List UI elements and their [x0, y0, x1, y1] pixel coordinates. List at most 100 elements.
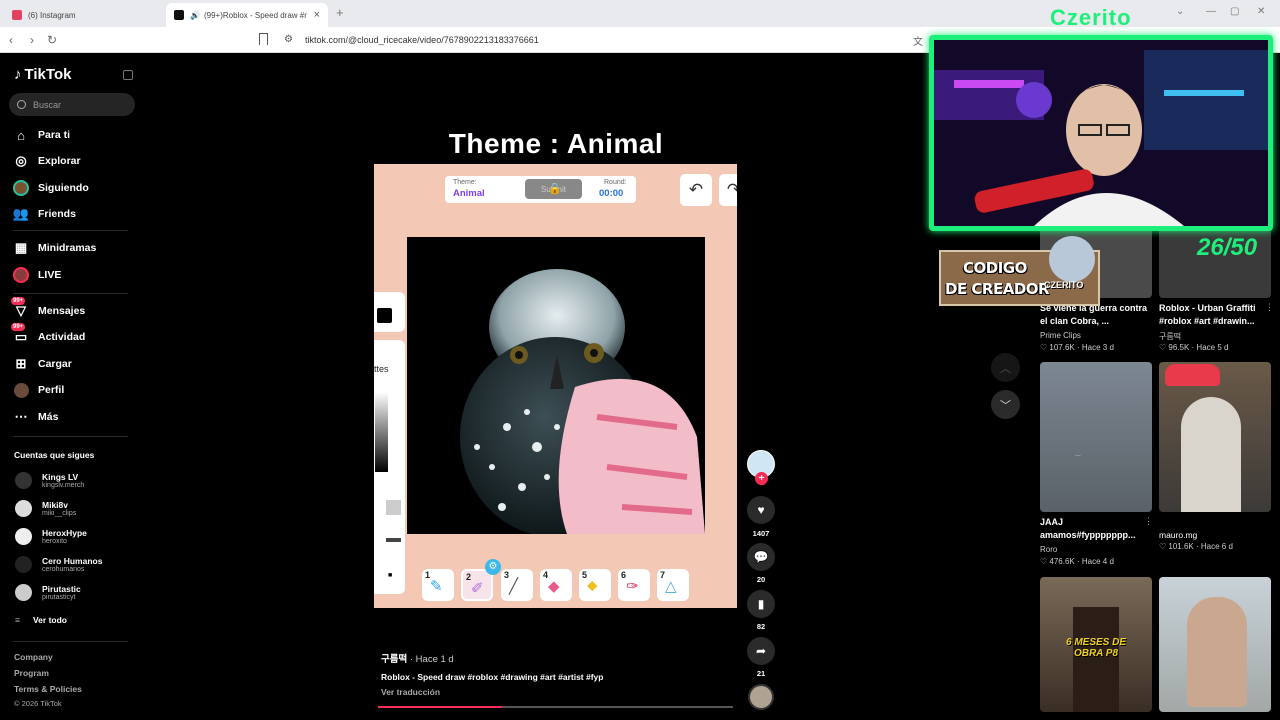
- translate-link[interactable]: Ver traducción: [381, 687, 440, 697]
- card-stats: ♡ 96.5K · Hace 5 d: [1159, 343, 1229, 352]
- reload-icon[interactable]: ↻: [47, 33, 57, 47]
- following-account[interactable]: Pirutastic pirutasticyt: [15, 579, 81, 605]
- video-author[interactable]: 구름떡 · Hace 1 d: [381, 651, 454, 665]
- red-cap: [1165, 364, 1220, 386]
- nav-minidramas[interactable]: ▦ Minidramas: [13, 238, 97, 258]
- account-handle: pirutasticyt: [42, 593, 76, 601]
- following-account[interactable]: Kings LV kingslv.merch: [15, 467, 84, 493]
- video-thumbnail[interactable]: 6 MESES DE OBRA P8: [1040, 577, 1152, 712]
- footer-program[interactable]: Program: [14, 668, 49, 678]
- back-icon[interactable]: ‹: [9, 33, 13, 47]
- nav-label: Más: [38, 411, 59, 423]
- person-figure: [1181, 397, 1241, 512]
- nav-actividad[interactable]: ▭ 99+ Actividad: [11, 323, 85, 347]
- account-handle: miki__clips: [42, 509, 77, 517]
- compass-icon: ◎: [15, 153, 27, 168]
- video-caption[interactable]: Roblox - Speed draw #roblox #drawing #ar…: [381, 672, 603, 682]
- progress-counter: 26/50: [1197, 234, 1258, 261]
- next-video-button[interactable]: ﹀: [991, 390, 1020, 419]
- nav-mas[interactable]: ⋯ Más: [13, 407, 59, 427]
- settings-gear-icon: ⚙: [485, 559, 501, 575]
- round-timer: 00:00: [599, 188, 624, 199]
- card-title[interactable]: JAAJ amamos#fyppppppp...: [1040, 516, 1152, 542]
- friends-icon: 👥: [12, 206, 30, 221]
- video-thumbnail[interactable]: …: [1040, 362, 1152, 512]
- avatar: [15, 555, 32, 573]
- nav-label: Minidramas: [38, 242, 97, 254]
- following-section-title: Cuentas que sigues: [14, 450, 95, 460]
- new-tab-button[interactable]: +: [336, 5, 344, 20]
- following-account[interactable]: Miki8v miki__clips: [15, 495, 76, 521]
- collapse-sidebar-icon[interactable]: [123, 70, 133, 80]
- tiktok-logo[interactable]: ♪ TikTok: [14, 66, 71, 83]
- video-thumbnail[interactable]: [1159, 577, 1271, 712]
- heart-icon: ♥: [757, 503, 765, 517]
- nav-siguiendo[interactable]: Siguiendo: [13, 178, 89, 198]
- heart-outline-icon: ♡: [1040, 343, 1050, 352]
- see-all-link[interactable]: ≡ Ver todo: [15, 610, 67, 630]
- card-title[interactable]: Roblox - Urban Graffiti #roblox #art #dr…: [1159, 302, 1271, 328]
- share-icon: ➦: [755, 644, 767, 658]
- account-handle: heroxito: [42, 537, 67, 545]
- translate-icon[interactable]: 文: [913, 33, 923, 48]
- author-name: 구름떡: [381, 654, 408, 665]
- account-name: Cero Humanos: [42, 555, 103, 566]
- brush-size-icon: [386, 538, 401, 542]
- minidramas-icon: ▦: [14, 240, 28, 255]
- nav-friends[interactable]: 👥 Friends: [13, 204, 76, 224]
- tab-label: (6) Instagram: [28, 10, 76, 20]
- chevron-down-icon[interactable]: ⌄: [1176, 6, 1184, 17]
- url-field[interactable]: tiktok.com/@cloud_ricecake/video/7678902…: [305, 35, 539, 45]
- person-figure: [1187, 597, 1247, 707]
- video-progress-bar[interactable]: [378, 706, 733, 708]
- minimize-icon[interactable]: —: [1206, 6, 1216, 17]
- bookmark-icon[interactable]: [259, 33, 268, 45]
- footer-company[interactable]: Company: [14, 652, 53, 662]
- eraser-icon: ◆: [548, 578, 560, 595]
- nav-live[interactable]: LIVE: [13, 265, 61, 285]
- more-options-icon[interactable]: ⋮: [1144, 516, 1153, 527]
- forward-icon[interactable]: ›: [30, 33, 34, 47]
- like-button[interactable]: ♥: [747, 496, 775, 524]
- card-title[interactable]: mauro.mg: [1159, 529, 1271, 542]
- nav-mensajes[interactable]: ▽ 99+ Mensajes: [11, 297, 85, 321]
- previous-video-button[interactable]: ︿: [991, 353, 1020, 382]
- maximize-icon[interactable]: ▢: [1230, 6, 1239, 17]
- nav-explorar[interactable]: ◎ Explorar: [13, 151, 81, 171]
- nav-label: Explorar: [38, 155, 81, 167]
- logo-text: TikTok: [24, 66, 72, 83]
- site-info-icon[interactable]: ⚙: [284, 34, 293, 45]
- search-input[interactable]: Buscar: [9, 93, 135, 116]
- close-window-icon[interactable]: ✕: [1257, 6, 1265, 17]
- more-options-icon[interactable]: ⋮: [1265, 302, 1274, 313]
- tab-tiktok[interactable]: 🔊 (99+)Roblox - Speed draw #r ×: [166, 3, 328, 27]
- comment-button[interactable]: 💬: [747, 543, 775, 571]
- tab-instagram[interactable]: (6) Instagram: [4, 3, 164, 27]
- copyright: © 2026 TikTok: [14, 699, 62, 708]
- close-tab-icon[interactable]: ×: [314, 9, 320, 21]
- brightness-slider: [375, 392, 388, 472]
- footer-terms[interactable]: Terms & Policies: [14, 684, 82, 694]
- save-button[interactable]: ▮: [747, 590, 775, 618]
- card-author[interactable]: Roro: [1040, 545, 1057, 554]
- theme-label: Theme:: [453, 179, 477, 186]
- card-author[interactable]: Prime Clips: [1040, 331, 1081, 340]
- following-account[interactable]: HeroxHype heroxito: [15, 523, 87, 549]
- video-thumbnail[interactable]: [1159, 362, 1271, 512]
- color-panel: [374, 292, 405, 332]
- music-disc[interactable]: [748, 684, 774, 710]
- following-account[interactable]: Cero Humanos cerohumanos: [15, 551, 102, 577]
- nav-cargar[interactable]: ⊞ Cargar: [13, 354, 72, 374]
- nav-perfil[interactable]: Perfil: [13, 380, 64, 400]
- shapes-icon: △: [665, 578, 677, 595]
- card-author[interactable]: 구름떡: [1159, 331, 1181, 342]
- share-button[interactable]: ➦: [747, 637, 775, 665]
- creator-code-line1: CODIGO: [963, 259, 1027, 277]
- account-name: Pirutastic: [42, 583, 81, 594]
- heart-outline-icon: ♡: [1159, 343, 1169, 352]
- follow-plus-icon[interactable]: +: [755, 472, 768, 485]
- sidebar-divider: [13, 230, 128, 231]
- video-player[interactable]: Theme: Animal Submit 🔒 Round: 00:00 ↶ ↷ …: [374, 164, 737, 608]
- tiktok-note-icon: ♪: [14, 66, 22, 83]
- nav-para-ti[interactable]: ⌂ Para ti: [13, 125, 70, 145]
